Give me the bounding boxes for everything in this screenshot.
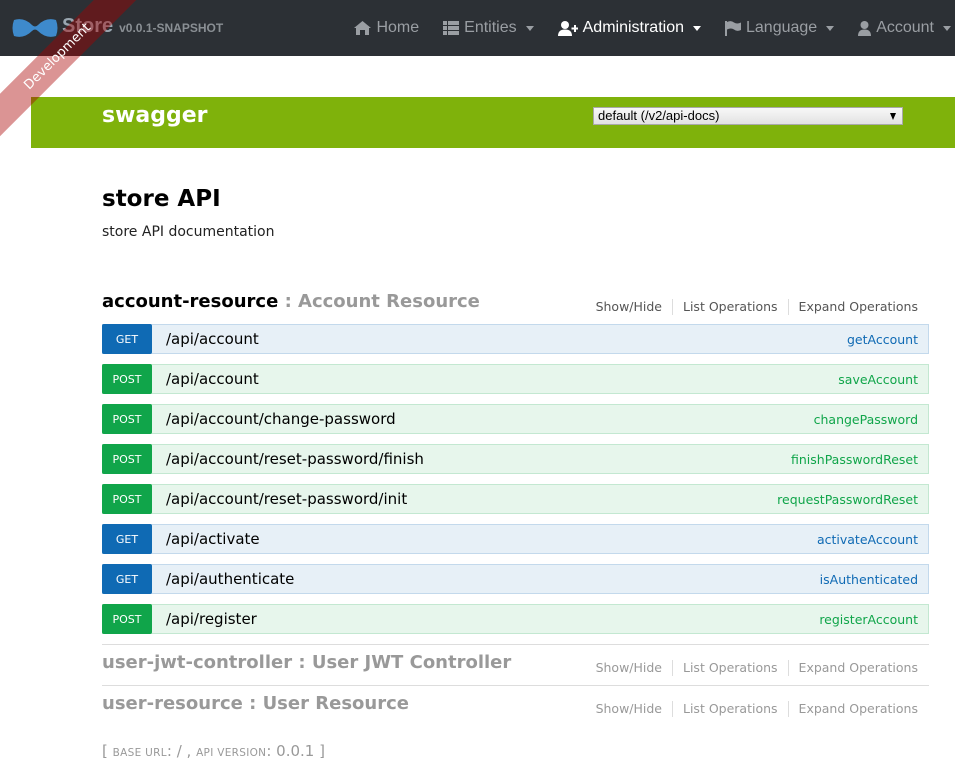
resource-heading-user[interactable]: user-resource : User Resource — [102, 693, 409, 714]
resource-options-account: Show/Hide List Operations Expand Operati… — [596, 299, 918, 315]
resource-name: user-jwt-controller — [102, 652, 293, 673]
brand-name: Store — [62, 14, 114, 37]
operation-nickname[interactable]: activateAccount — [817, 532, 918, 547]
show-hide-link[interactable]: Show/Hide — [596, 660, 673, 676]
operation-path[interactable]: /api/account/change-password — [166, 410, 814, 428]
operation-nickname[interactable]: finishPasswordReset — [791, 452, 918, 467]
resource-separator: : — [278, 291, 299, 312]
base-url-value: : / , — [166, 742, 197, 760]
operation-row[interactable]: POST /api/account/reset-password/finish … — [102, 444, 929, 474]
resource-name: account-resource — [102, 291, 279, 312]
operation-nickname[interactable]: changePassword — [814, 412, 918, 427]
operation-row[interactable]: POST /api/account/change-password change… — [102, 404, 929, 434]
resource-description: Account Resource — [298, 291, 480, 312]
method-badge: POST — [102, 404, 152, 434]
footer-bracket-close: ] — [314, 742, 325, 760]
api-version-value: : 0.0.1 — [266, 742, 315, 760]
method-badge: POST — [102, 364, 152, 394]
operation-path[interactable]: /api/account — [166, 330, 847, 348]
nav-administration-label: Administration — [582, 19, 684, 36]
nav-language[interactable]: Language — [725, 19, 835, 37]
chevron-down-icon — [826, 25, 835, 31]
method-badge: GET — [102, 324, 152, 354]
swagger-logo[interactable]: swagger — [102, 103, 208, 128]
api-description: store API documentation — [102, 224, 275, 240]
user-plus-icon — [557, 20, 578, 36]
api-spec-selected: default (/v2/api-docs) — [598, 108, 720, 123]
operation-nickname[interactable]: registerAccount — [819, 612, 918, 627]
user-icon — [858, 20, 872, 36]
operation-nickname[interactable]: requestPasswordReset — [777, 492, 918, 507]
resource-divider — [102, 644, 929, 645]
operation-row[interactable]: POST /api/account saveAccount — [102, 364, 929, 394]
operation-row[interactable]: GET /api/authenticate isAuthenticated — [102, 564, 929, 594]
expand-operations-link[interactable]: Expand Operations — [789, 660, 918, 676]
resource-options-user-jwt: Show/Hide List Operations Expand Operati… — [596, 660, 918, 676]
footer-bracket-open: [ — [102, 742, 113, 760]
th-list-icon — [443, 21, 460, 35]
operation-nickname[interactable]: isAuthenticated — [820, 572, 918, 587]
method-badge: GET — [102, 524, 152, 554]
swagger-header: swagger default (/v2/api-docs) — [31, 97, 955, 148]
resource-divider — [102, 685, 929, 686]
navbar: Store v0.0.1-SNAPSHOT Home Entities Admi… — [0, 0, 955, 56]
brand-link[interactable]: Store v0.0.1-SNAPSHOT — [12, 0, 223, 56]
expand-operations-link[interactable]: Expand Operations — [789, 299, 918, 315]
list-operations-link[interactable]: List Operations — [673, 660, 789, 676]
operation-row[interactable]: GET /api/activate activateAccount — [102, 524, 929, 554]
operation-row[interactable]: GET /api/account getAccount — [102, 324, 929, 354]
resource-heading-user-jwt[interactable]: user-jwt-controller : User JWT Controlle… — [102, 652, 511, 673]
method-badge: POST — [102, 484, 152, 514]
chevron-down-icon — [525, 25, 534, 31]
nav-home[interactable]: Home — [354, 19, 419, 37]
list-operations-link[interactable]: List Operations — [673, 701, 789, 717]
operation-path[interactable]: /api/activate — [166, 530, 817, 548]
nav-home-label: Home — [376, 19, 420, 36]
method-badge: POST — [102, 604, 152, 634]
nav-entities-label: Entities — [464, 19, 517, 36]
api-title: store API — [102, 186, 221, 212]
brand-version: v0.0.1-SNAPSHOT — [119, 21, 224, 35]
resource-separator: : — [292, 652, 312, 673]
resource-heading-account[interactable]: account-resource : Account Resource — [102, 291, 480, 312]
nav-administration[interactable]: Administration — [557, 19, 701, 37]
base-url-label: BASE URL — [112, 747, 167, 759]
flag-icon — [725, 20, 741, 36]
method-badge: GET — [102, 564, 152, 594]
logo-icon — [12, 19, 58, 37]
operation-nickname[interactable]: getAccount — [847, 332, 918, 347]
api-version-label: API VERSION — [196, 747, 267, 759]
operation-path[interactable]: /api/account/reset-password/init — [166, 490, 777, 508]
select-arrow-icon — [890, 113, 896, 120]
resource-description: User JWT Controller — [311, 652, 512, 673]
nav-entities[interactable]: Entities — [443, 19, 534, 37]
list-operations-link[interactable]: List Operations — [673, 299, 789, 315]
api-spec-select[interactable]: default (/v2/api-docs) — [593, 107, 903, 125]
resource-description: User Resource — [262, 693, 409, 714]
api-footer-info: [ BASE URL: / , API VERSION: 0.0.1 ] — [102, 742, 325, 760]
operation-path[interactable]: /api/authenticate — [166, 570, 820, 588]
nav-language-label: Language — [746, 19, 818, 36]
resource-options-user: Show/Hide List Operations Expand Operati… — [596, 701, 918, 717]
nav-account[interactable]: Account — [858, 19, 951, 37]
nav-account-label: Account — [876, 19, 934, 36]
chevron-down-icon — [943, 25, 951, 31]
operation-row[interactable]: POST /api/account/reset-password/init re… — [102, 484, 929, 514]
operation-row[interactable]: POST /api/register registerAccount — [102, 604, 929, 634]
nav-menu: Home Entities Administration Language Ac… — [354, 0, 955, 56]
show-hide-link[interactable]: Show/Hide — [596, 299, 673, 315]
chevron-down-icon — [693, 25, 701, 31]
operation-path[interactable]: /api/account/reset-password/finish — [166, 450, 791, 468]
method-badge: POST — [102, 444, 152, 474]
expand-operations-link[interactable]: Expand Operations — [789, 701, 918, 717]
resource-name: user-resource — [102, 693, 243, 714]
operation-nickname[interactable]: saveAccount — [838, 372, 918, 387]
home-icon — [354, 21, 372, 35]
resource-separator: : — [242, 693, 263, 714]
operation-path[interactable]: /api/register — [166, 610, 819, 628]
operation-path[interactable]: /api/account — [166, 370, 838, 388]
show-hide-link[interactable]: Show/Hide — [596, 701, 673, 717]
